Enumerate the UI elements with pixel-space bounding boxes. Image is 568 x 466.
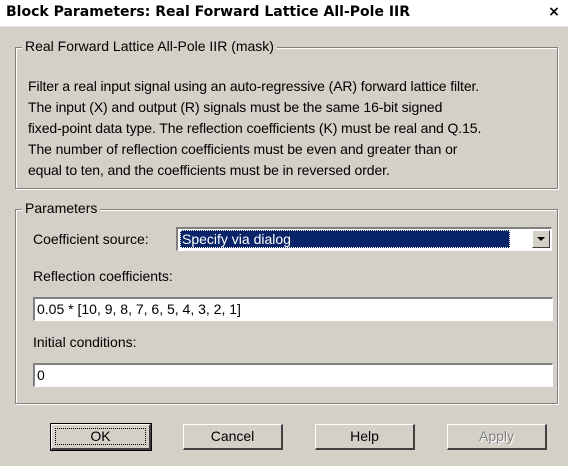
apply-button-label: Apply <box>478 428 515 444</box>
coefficient-source-label: Coefficient source: <box>33 231 149 247</box>
description-line: Filter a real input signal using an auto… <box>28 78 480 94</box>
window-title: Block Parameters: Real Forward Lattice A… <box>6 4 411 20</box>
apply-button[interactable]: Apply <box>447 424 547 450</box>
coefficient-source-value: Specify via dialog <box>180 230 510 248</box>
description-line: The number of reflection coefficients mu… <box>28 141 458 157</box>
parameters-group-label: Parameters <box>22 200 101 216</box>
description-line: The input (X) and output (R) signals mus… <box>28 99 443 115</box>
focus-ring <box>55 428 146 445</box>
block-parameters-dialog: Block Parameters: Real Forward Lattice A… <box>0 0 568 466</box>
initial-conditions-label: Initial conditions: <box>33 334 137 350</box>
ok-button[interactable]: OK <box>50 423 152 451</box>
help-button-label: Help <box>350 428 379 444</box>
coefficient-source-select[interactable]: Specify via dialog <box>176 227 552 251</box>
mask-group-label: Real Forward Lattice All-Pole IIR (mask) <box>22 38 277 54</box>
reflection-coefficients-input[interactable]: 0.05 * [10, 9, 8, 7, 6, 5, 4, 3, 2, 1] <box>33 297 553 321</box>
chevron-down-icon[interactable] <box>532 230 550 248</box>
cancel-button-label: Cancel <box>210 428 255 444</box>
description-line: fixed-point data type. The reflection co… <box>28 120 482 136</box>
title-bar[interactable]: Block Parameters: Real Forward Lattice A… <box>0 0 568 27</box>
close-icon[interactable]: × <box>546 4 562 20</box>
help-button[interactable]: Help <box>315 424 415 450</box>
reflection-coefficients-label: Reflection coefficients: <box>33 268 173 284</box>
initial-conditions-input[interactable]: 0 <box>33 363 553 387</box>
cancel-button[interactable]: Cancel <box>183 424 283 450</box>
description-line: equal to ten, and the coefficients must … <box>28 162 390 178</box>
